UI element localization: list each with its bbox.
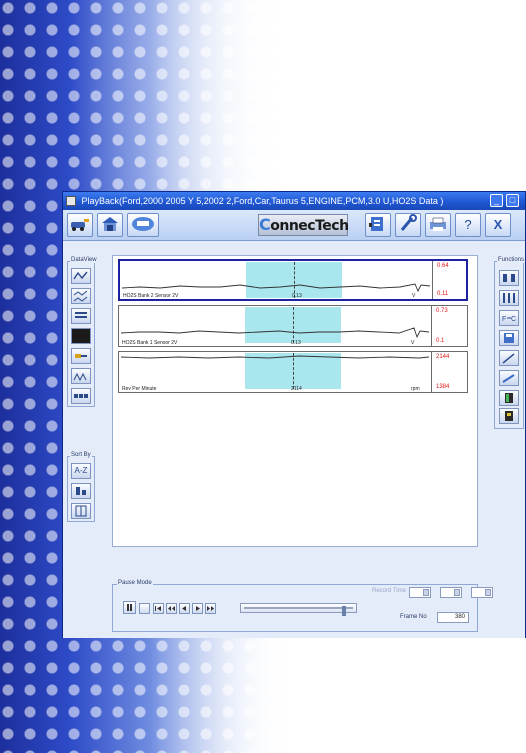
dataview-label: DataView	[70, 257, 98, 263]
graph-panel-bank1[interactable]: HO2S Bank 1 Sensor 2V 0.13 V 0.73 0.1	[118, 305, 468, 347]
title-bar[interactable]: PlayBack(Ford,2000 2005 Y 5,2002 2,Ford,…	[63, 192, 525, 210]
list-view-icon[interactable]	[71, 308, 91, 324]
multi-graph-icon[interactable]	[71, 288, 91, 304]
rewind-icon[interactable]	[166, 603, 177, 614]
fit-graph-icon[interactable]	[499, 270, 519, 286]
min-max-icon[interactable]	[499, 290, 519, 306]
connectech-logo: ConnecTech	[258, 214, 349, 236]
frame-no-label: Frame No	[399, 614, 428, 620]
graph-view-icon[interactable]	[71, 268, 91, 284]
graph-current-value: 0.13	[291, 340, 301, 346]
save-icon[interactable]	[499, 330, 519, 346]
record-time-label: Record Time	[371, 588, 408, 594]
print-icon[interactable]	[425, 213, 451, 237]
sortby-panel: Sort By A-Z	[67, 452, 95, 522]
minimize-button[interactable]: _	[490, 194, 503, 207]
signal-trace	[120, 327, 430, 339]
spin-button[interactable]	[485, 589, 491, 596]
graph-unit: V	[412, 293, 416, 299]
unit-convert-icon[interactable]: FC	[499, 310, 519, 326]
car-connect-icon[interactable]	[67, 213, 93, 237]
dataview-panel: DataView	[67, 257, 98, 407]
graph-max-value: 0.73	[436, 308, 448, 314]
record-time-minutes[interactable]	[440, 587, 462, 598]
graph-current-value: 0.13	[292, 293, 302, 299]
playback-window: PlayBack(Ford,2000 2005 Y 5,2002 2,Ford,…	[62, 191, 526, 638]
signal-trace	[120, 355, 430, 359]
spin-button[interactable]	[423, 589, 429, 596]
step-forward-icon[interactable]	[192, 603, 203, 614]
blank-button[interactable]	[139, 603, 150, 614]
client-area: DataView Sort By A-Z Functions F C HO2S …	[63, 241, 526, 638]
graph-max-value: 0.64	[437, 263, 449, 269]
pause-icon[interactable]	[123, 601, 136, 614]
bar-view-icon[interactable]	[71, 348, 91, 364]
graph-min-value: 0.1	[436, 338, 445, 344]
graph-range-box: 2144 1384	[431, 352, 468, 392]
step-back-icon[interactable]	[179, 603, 190, 614]
graph-panel-rpm[interactable]: Rev Per Minute 2114 rpm 2144 1384	[118, 351, 468, 393]
frame-no-field[interactable]: 380	[437, 612, 469, 623]
slider-thumb[interactable]	[342, 606, 346, 616]
graph-current-value: 2114	[291, 386, 302, 392]
graph-pid-name: Rev Per Minute	[122, 386, 157, 392]
graph-panel-bank2[interactable]: HO2S Bank 2 Sensor 2V 0.13 V 0.64 0.11	[118, 259, 468, 301]
pause-mode-label: Pause Mode	[117, 580, 153, 586]
graph-max-value: 2144	[436, 354, 450, 360]
sort-order-icon[interactable]	[71, 483, 91, 499]
exit-door-icon[interactable]	[499, 390, 519, 406]
graph-unit: rpm	[411, 386, 420, 392]
first-frame-icon[interactable]	[153, 603, 164, 614]
tools-icon[interactable]	[395, 213, 421, 237]
wave-view-icon[interactable]	[71, 368, 91, 384]
help-icon[interactable]: ?	[455, 213, 481, 237]
graph-pid-name: HO2S Bank 2 Sensor 2V	[123, 293, 179, 299]
zoom-icon[interactable]	[499, 350, 519, 366]
graph-range-box: 0.73 0.1	[431, 306, 468, 346]
sort-custom-icon[interactable]	[71, 503, 91, 519]
svg-text:C: C	[511, 316, 516, 323]
graph-pid-name: HO2S Bank 1 Sensor 2V	[122, 340, 178, 346]
graph-area: HO2S Bank 2 Sensor 2V 0.13 V 0.64 0.11 H…	[112, 255, 478, 547]
garage-icon[interactable]	[97, 213, 123, 237]
pen-icon[interactable]	[499, 370, 519, 386]
app-icon	[66, 196, 76, 206]
graph-unit: V	[411, 340, 415, 346]
dark-view-icon[interactable]	[71, 328, 91, 344]
functions-panel: Functions FC	[494, 257, 526, 429]
exit-icon[interactable]: X	[485, 213, 511, 237]
graph-range-box: 0.64 0.11	[432, 261, 469, 299]
graph-min-value: 1384	[436, 384, 450, 390]
maximize-button[interactable]: □	[506, 194, 519, 207]
window-title: PlayBack(Ford,2000 2005 Y 5,2002 2,Ford,…	[81, 196, 444, 206]
sort-az-button[interactable]: A-Z	[71, 463, 91, 479]
fast-forward-icon[interactable]	[205, 603, 216, 614]
spin-button[interactable]	[454, 589, 460, 596]
record-time-seconds[interactable]	[471, 587, 493, 598]
digital-view-icon[interactable]	[71, 388, 91, 404]
slider-groove	[244, 606, 353, 616]
scan-tool-icon[interactable]	[127, 213, 159, 237]
functions-label: Functions	[497, 257, 526, 263]
pause-mode-panel: Pause Mode Record Time Frame No 380	[112, 580, 493, 632]
sortby-label: Sort By	[70, 452, 92, 458]
graph-min-value: 0.11	[437, 291, 449, 297]
playback-slider[interactable]	[240, 603, 357, 616]
main-toolbar: ConnecTech ? X	[63, 210, 525, 241]
record-time-hours[interactable]	[409, 587, 431, 598]
svg-text:F: F	[502, 316, 506, 323]
report-icon[interactable]	[365, 213, 391, 237]
stop-icon[interactable]	[499, 408, 519, 424]
